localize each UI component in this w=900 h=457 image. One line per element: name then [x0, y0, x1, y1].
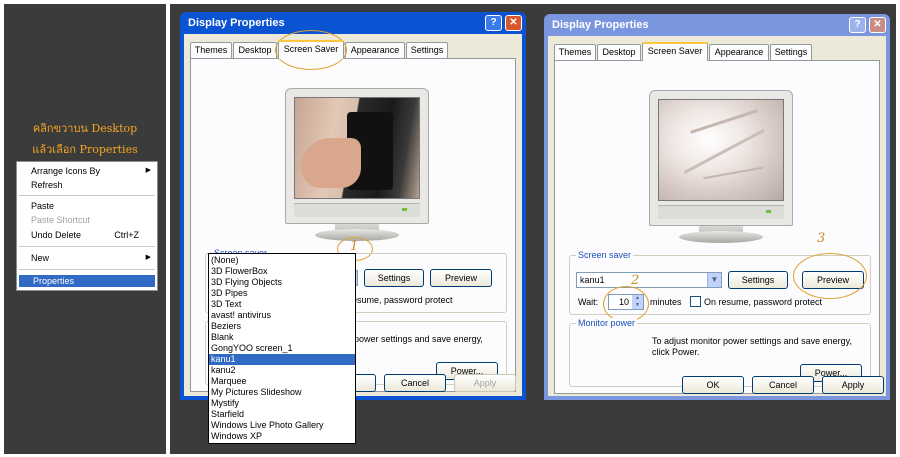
tab-screen-saver[interactable]: Screen Saver — [642, 42, 708, 61]
tab-appearance[interactable]: Appearance — [345, 42, 405, 58]
apply-button[interactable]: Apply — [822, 376, 884, 394]
apply-button[interactable]: Apply — [454, 374, 516, 392]
power-text-line-1: To adjust monitor power settings and sav… — [652, 336, 852, 346]
dropdown-option[interactable]: Beziers — [209, 321, 355, 332]
power-text-line-2: click Power. — [652, 347, 700, 357]
power-led-icon — [766, 210, 771, 213]
menu-item-undo-delete[interactable]: Undo Delete Ctrl+Z — [17, 229, 157, 241]
dropdown-option[interactable]: 3D Text — [209, 299, 355, 310]
caption-line-2: แล้วเลือก Properties — [32, 143, 138, 156]
close-button[interactable]: ✕ — [505, 15, 522, 31]
chevron-down-icon[interactable]: ▼ — [707, 273, 721, 287]
screen-saver-preview-image — [658, 99, 784, 201]
tab-themes[interactable]: Themes — [190, 42, 232, 58]
dropdown-option[interactable]: kanu2 — [209, 365, 355, 376]
annotation-circle-3 — [793, 253, 867, 299]
cancel-button[interactable]: Cancel — [384, 374, 446, 392]
dropdown-option[interactable]: My Pictures Slideshow — [209, 387, 355, 398]
left-panel: คลิกขวาบน Desktop แล้วเลือก Properties A… — [4, 4, 166, 454]
resume-text-partial: esume, password protect — [352, 295, 453, 305]
annotation-number-3: 3 — [817, 231, 826, 246]
dialog-2-titlebar[interactable]: Display Properties — [544, 14, 890, 36]
menu-item-properties[interactable]: Properties — [19, 275, 155, 287]
power-led-icon — [402, 208, 407, 211]
menu-separator — [19, 246, 155, 247]
tab-screen-saver[interactable]: Screen Saver — [278, 40, 344, 59]
tab-desktop[interactable]: Desktop — [597, 44, 641, 60]
screen-saver-panel: 3 Screen saver kanu1 ▼ Settings Preview … — [554, 60, 880, 394]
preview-button[interactable]: Preview — [430, 269, 492, 287]
dropdown-option[interactable]: Starfield — [209, 409, 355, 420]
menu-item-paste[interactable]: Paste — [17, 200, 157, 212]
menu-item-refresh[interactable]: Refresh — [17, 179, 157, 191]
dropdown-option[interactable]: GongYOO screen_1 — [209, 343, 355, 354]
annotation-number-1: 1 — [350, 239, 359, 254]
fabric-fold — [703, 166, 763, 180]
dialog-2-client: Themes Desktop Screen Saver Appearance S… — [548, 36, 886, 396]
password-protect-checkbox[interactable] — [690, 296, 701, 307]
submenu-arrow-icon: ▶ — [145, 167, 151, 174]
monitor-power-group-title: Monitor power — [576, 318, 638, 328]
screen-saver-group-title: Screen saver — [576, 250, 634, 260]
fabric-fold — [690, 109, 758, 134]
caption-line-1: คลิกขวาบน Desktop — [32, 122, 138, 135]
wait-label: Wait: — [578, 297, 599, 307]
fabric-fold — [683, 129, 765, 174]
screen-saver-combo-value: kanu1 — [580, 275, 605, 285]
password-protect-label: On resume, password protect — [704, 297, 823, 307]
dropdown-option[interactable]: 3D Pipes — [209, 288, 355, 299]
dropdown-option-selected[interactable]: kanu1 — [209, 354, 355, 365]
dialog-1-titlebar[interactable]: Display Properties — [180, 12, 526, 34]
tab-settings[interactable]: Settings — [406, 42, 448, 58]
menu-item-new[interactable]: New ▶ — [17, 252, 157, 264]
dropdown-option[interactable]: (None) — [209, 255, 355, 266]
submenu-arrow-icon: ▶ — [145, 254, 151, 261]
settings-button[interactable]: Settings — [728, 271, 788, 289]
hand-image — [301, 138, 361, 188]
tab-themes[interactable]: Themes — [554, 44, 596, 60]
monitor-preview — [649, 90, 793, 226]
screen-saver-combo[interactable]: kanu1 ▼ — [576, 272, 722, 288]
close-button[interactable]: ✕ — [869, 17, 886, 33]
display-properties-dialog-2: Display Properties ? ✕ Themes Desktop Sc… — [544, 14, 890, 400]
ok-button[interactable]: OK — [682, 376, 744, 394]
tab-settings[interactable]: Settings — [770, 44, 812, 60]
cancel-button[interactable]: Cancel — [752, 376, 814, 394]
power-text-partial: power settings and save energy, — [354, 334, 483, 344]
annotation-number-2: 2 — [631, 273, 640, 288]
screen-saver-preview-image — [294, 97, 420, 199]
minutes-label: minutes — [650, 297, 682, 307]
dropdown-option[interactable]: Marquee — [209, 376, 355, 387]
dropdown-option[interactable]: Windows Live Photo Gallery — [209, 420, 355, 431]
help-button[interactable]: ? — [849, 17, 866, 33]
menu-separator — [19, 269, 155, 270]
dropdown-option[interactable]: 3D Flying Objects — [209, 277, 355, 288]
monitor-preview — [285, 88, 429, 224]
dropdown-option[interactable]: Blank — [209, 332, 355, 343]
monitor-base — [679, 231, 763, 243]
dropdown-option[interactable]: Windows XP — [209, 431, 355, 442]
annotation-circle-2 — [603, 286, 649, 322]
menu-item-arrange-icons[interactable]: Arrange Icons By ▶ — [17, 165, 157, 177]
help-button[interactable]: ? — [485, 15, 502, 31]
dropdown-option[interactable]: avast! antivirus — [209, 310, 355, 321]
screen-saver-dropdown-list: (None) 3D FlowerBox 3D Flying Objects 3D… — [208, 253, 356, 444]
tab-appearance[interactable]: Appearance — [709, 44, 769, 60]
menu-separator — [19, 195, 155, 196]
menu-item-paste-shortcut: Paste Shortcut — [31, 215, 91, 225]
dropdown-option[interactable]: 3D FlowerBox — [209, 266, 355, 277]
dropdown-option[interactable]: Mystify — [209, 398, 355, 409]
undo-shortcut: Ctrl+Z — [114, 230, 139, 240]
tab-desktop[interactable]: Desktop — [233, 42, 277, 58]
settings-button[interactable]: Settings — [364, 269, 424, 287]
context-menu: Arrange Icons By ▶ Refresh Paste Paste Sh… — [16, 161, 158, 291]
